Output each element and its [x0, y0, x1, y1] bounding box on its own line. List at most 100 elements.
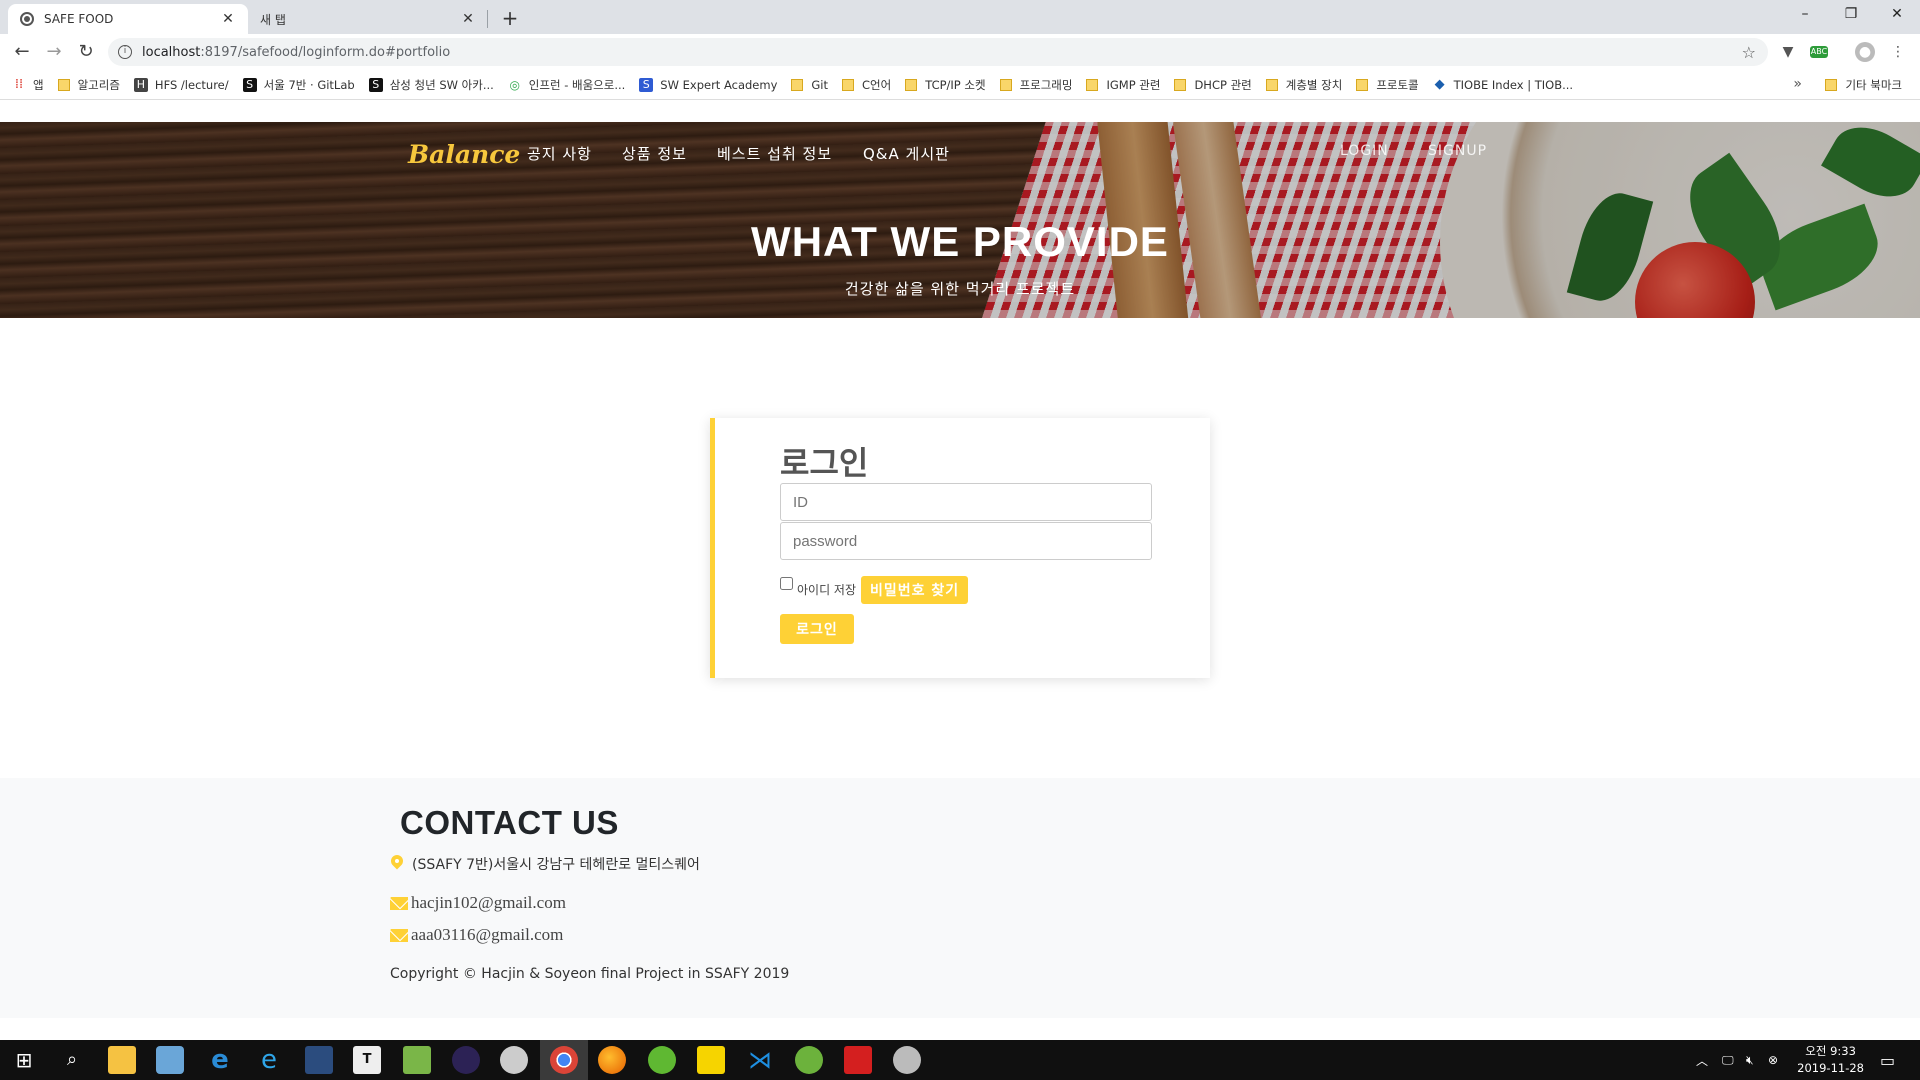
bookmark-hfs[interactable]: H HFS /lecture/ — [133, 77, 229, 92]
restore-button[interactable]: ❐ — [1828, 0, 1874, 30]
bookmark-igmp[interactable]: IGMP 관련 — [1086, 77, 1160, 93]
login-title: 로그인 — [780, 444, 869, 482]
clock-time: 오전 9:33 — [1805, 1044, 1856, 1058]
folder-icon — [1086, 78, 1099, 91]
bookmark-dhcp[interactable]: DHCP 관련 — [1174, 77, 1252, 93]
bookmark-inflearn[interactable]: ◎ 인프런 - 배움으로... — [508, 77, 626, 93]
address-bar[interactable]: i localhost:8197/safefood/loginform.do#p… — [108, 38, 1768, 66]
hero-subtitle: 건강한 삶을 위한 먹거리 프로젝트 — [844, 280, 1076, 298]
volume-mute-icon[interactable]: 🔇︎ — [1746, 1040, 1754, 1080]
bookmark-label: DHCP 관련 — [1194, 77, 1252, 92]
folder-icon — [1356, 78, 1369, 91]
folder-icon — [905, 78, 918, 91]
swea-icon: S — [639, 77, 654, 92]
chrome-icon[interactable] — [550, 1046, 578, 1074]
remember-id-checkbox[interactable] — [780, 577, 793, 590]
tab-divider — [487, 10, 488, 28]
extension-v-icon[interactable]: ▼ — [1778, 42, 1798, 62]
acrobat-icon[interactable] — [844, 1046, 872, 1074]
sticky-notes-icon[interactable] — [697, 1046, 725, 1074]
bookmark-tiobe[interactable]: ◆ TIOBE Index | TIOB... — [1433, 76, 1574, 92]
firefox-icon[interactable] — [598, 1046, 626, 1074]
bookmark-gitlab[interactable]: S 서울 7반 · GitLab — [242, 77, 355, 93]
notepadpp-icon[interactable] — [403, 1046, 431, 1074]
mail-icon — [390, 928, 408, 942]
profile-avatar-icon[interactable]: ● — [1855, 42, 1875, 62]
bookmark-other[interactable]: 기타 북마크 — [1825, 70, 1902, 100]
network-icon[interactable]: 🖵 — [1722, 1040, 1734, 1080]
apps-grid-icon: ⁞⁞ — [14, 76, 24, 92]
find-password-button[interactable]: 비밀번호 찾기 — [861, 576, 969, 604]
nav-signup-link[interactable]: SIGNUP — [1428, 143, 1487, 159]
bookmark-tcp-ip[interactable]: TCP/IP 소켓 — [905, 77, 986, 93]
bookmark-c-language[interactable]: C언어 — [842, 77, 891, 93]
folder-icon — [57, 78, 70, 91]
vscode-icon[interactable]: ⋊ — [746, 1046, 774, 1074]
tray-chevron-icon[interactable]: ︿ — [1696, 1040, 1708, 1080]
eclipse-icon[interactable] — [452, 1046, 480, 1074]
search-icon[interactable]: ⌕ — [58, 1046, 86, 1074]
bookmark-git[interactable]: Git — [791, 78, 828, 92]
extension-abp-icon[interactable]: ABC — [1810, 46, 1828, 58]
bookmark-protocol[interactable]: 프로토콜 — [1356, 77, 1419, 93]
nav-link-products[interactable]: 상품 정보 — [622, 143, 687, 164]
forward-arrow-icon[interactable]: → — [40, 38, 68, 66]
menu-kebab-icon[interactable]: ⋮ — [1888, 42, 1908, 62]
info-icon[interactable]: i — [118, 45, 132, 59]
clock-date: 2019-11-28 — [1797, 1061, 1864, 1075]
taskbar-clock[interactable]: 오전 9:33 2019-11-28 — [1797, 1043, 1864, 1077]
bookmark-algorithm[interactable]: 알고리즘 — [57, 77, 120, 93]
bookmark-programming[interactable]: 프로그래밍 — [999, 77, 1072, 93]
bookmark-layer-devices[interactable]: 계층별 장치 — [1265, 77, 1342, 93]
paint-icon[interactable] — [500, 1046, 528, 1074]
tab-close-icon[interactable]: ✕ — [460, 11, 476, 27]
bookmark-swea[interactable]: S SW Expert Academy — [639, 77, 777, 92]
minimize-button[interactable]: – — [1782, 0, 1828, 30]
bookmark-star-icon[interactable]: ☆ — [1742, 43, 1756, 62]
bookmark-ssafy[interactable]: S 삼성 청년 SW 아카... — [368, 77, 494, 93]
new-tab-button[interactable]: + — [496, 4, 524, 32]
tiobe-icon: ◆ — [1434, 76, 1445, 92]
sts-icon[interactable] — [795, 1046, 823, 1074]
login-card: 로그인 아이디 저장 비밀번호 찾기 로그인 — [710, 418, 1210, 678]
nav-link-notice[interactable]: 공지 사항 — [527, 143, 592, 164]
address-row: (SSAFY 7반)서울시 강남구 테헤란로 멀티스퀘어 — [390, 854, 700, 874]
bookmark-apps[interactable]: ⁞⁞ 앱 — [12, 77, 44, 93]
bookmarks-overflow-icon[interactable]: » — [1793, 76, 1802, 92]
action-center-icon[interactable]: ▭ — [1880, 1040, 1895, 1080]
notepad-app-icon[interactable] — [156, 1046, 184, 1074]
brand-logo[interactable]: Balance — [408, 140, 520, 169]
nav-link-best-intake[interactable]: 베스트 섭취 정보 — [717, 143, 832, 164]
email-text[interactable]: hacjin102@gmail.com — [411, 893, 566, 913]
nav-login-link[interactable]: LOGIN — [1340, 143, 1389, 159]
nav-link-qna[interactable]: Q&A 게시판 — [863, 143, 950, 164]
bookmark-label: TIOBE Index | TIOB... — [1453, 77, 1574, 92]
globe-icon — [20, 12, 34, 26]
ssms-icon[interactable] — [305, 1046, 333, 1074]
tab-new-tab[interactable]: 새 탭 ✕ — [248, 4, 488, 34]
bookmark-label: HFS /lecture/ — [154, 77, 229, 92]
back-arrow-icon[interactable]: ← — [8, 38, 36, 66]
typora-icon[interactable]: T — [353, 1046, 381, 1074]
spring-tool-icon[interactable] — [648, 1046, 676, 1074]
bookmark-label: 서울 7반 · GitLab — [263, 77, 355, 92]
reload-icon[interactable]: ↻ — [72, 38, 100, 66]
bookmark-label: C언어 — [862, 77, 892, 92]
close-window-button[interactable]: ✕ — [1874, 0, 1920, 30]
bookmark-label: TCP/IP 소켓 — [925, 77, 986, 92]
edge-icon[interactable]: e — [206, 1046, 234, 1074]
bookmark-label: 프로토콜 — [1376, 77, 1419, 92]
internet-explorer-icon[interactable]: e — [255, 1046, 283, 1074]
notification-x-icon[interactable]: ⊗ — [1768, 1040, 1778, 1080]
id-input[interactable] — [780, 483, 1152, 521]
tab-close-icon[interactable]: ✕ — [220, 11, 236, 27]
email-text[interactable]: aaa03116@gmail.com — [411, 925, 563, 945]
paint-3d-icon[interactable] — [893, 1046, 921, 1074]
tab-safe-food[interactable]: SAFE FOOD ✕ — [8, 4, 248, 34]
password-input[interactable] — [780, 522, 1152, 560]
contact-title: CONTACT US — [400, 804, 619, 841]
remember-id-label: 아이디 저장 — [797, 583, 857, 597]
file-explorer-icon[interactable] — [108, 1046, 136, 1074]
login-button[interactable]: 로그인 — [780, 614, 854, 644]
windows-start-icon[interactable]: ⊞ — [10, 1046, 38, 1074]
